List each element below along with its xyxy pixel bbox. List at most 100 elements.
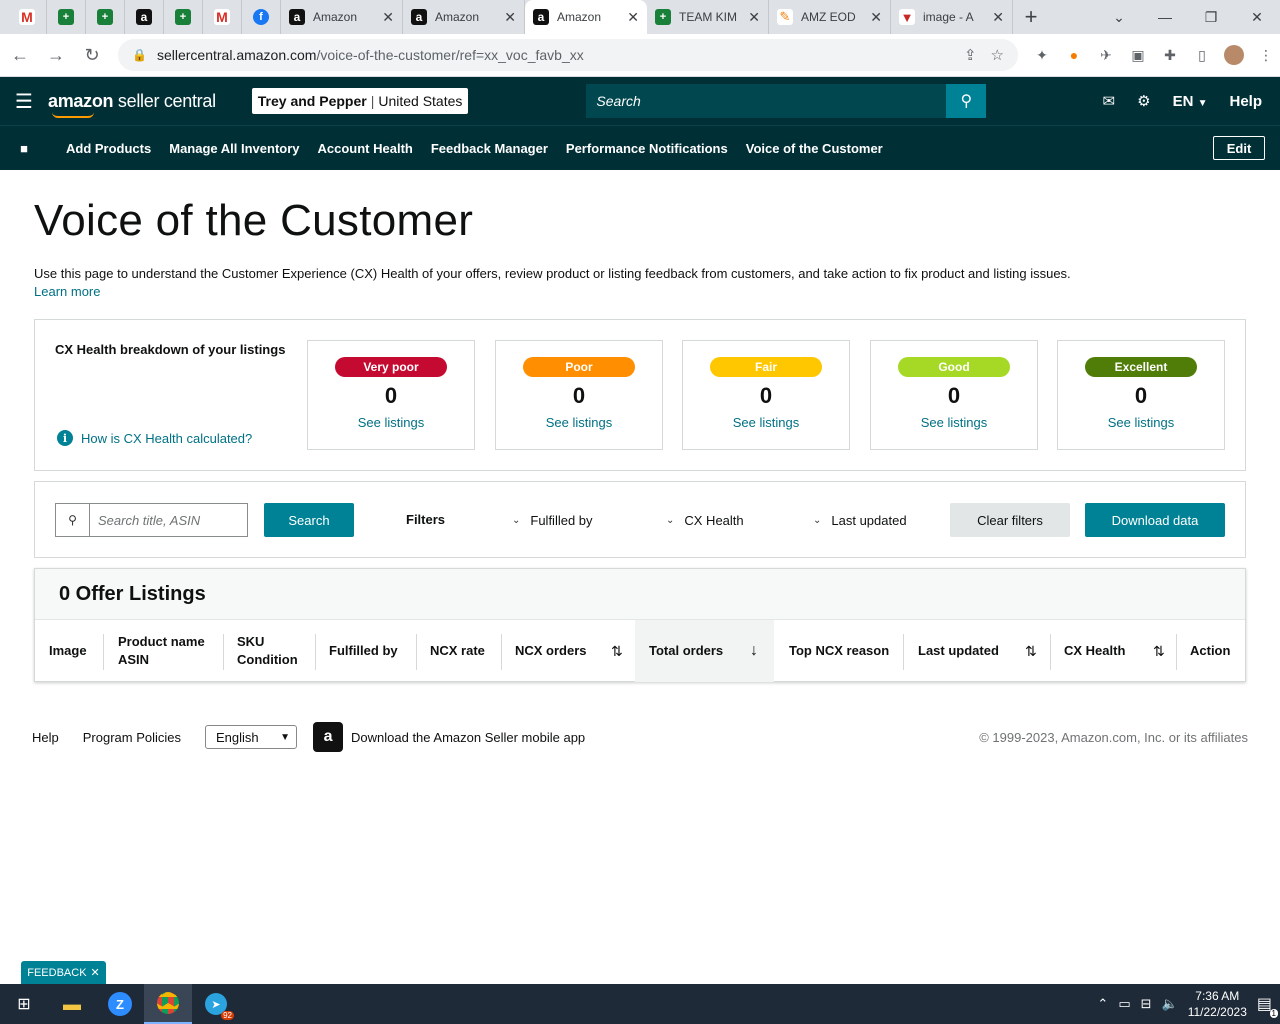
- share-icon[interactable]: ⇪: [964, 46, 977, 64]
- chevron-down-icon[interactable]: ⌄: [1096, 0, 1142, 34]
- taskbar-clock[interactable]: 7:36 AM 11/22/2023: [1188, 988, 1247, 1020]
- health-count: 0: [572, 383, 586, 408]
- battery-icon[interactable]: ▭: [1118, 996, 1130, 1012]
- sort-icon[interactable]: ⇅: [611, 642, 623, 660]
- listing-search-input[interactable]: Search title, ASIN: [90, 504, 247, 536]
- search-icon[interactable]: ⚲: [946, 84, 987, 118]
- zoom-icon[interactable]: Z: [96, 984, 144, 1024]
- gear-icon[interactable]: ⚙: [1137, 92, 1150, 110]
- extension-icon[interactable]: ✈: [1096, 45, 1116, 65]
- file-explorer-icon[interactable]: ▬: [48, 984, 96, 1024]
- chrome-icon[interactable]: [144, 984, 192, 1024]
- restore-icon[interactable]: ❐: [1188, 0, 1234, 34]
- address-bar[interactable]: 🔒 sellercentral.amazon.com/voice-of-the-…: [118, 39, 1018, 71]
- clear-filters-button[interactable]: Clear filters: [950, 503, 1070, 537]
- feedback-tab[interactable]: FEEDBACK ✕: [21, 961, 106, 984]
- column-total-orders[interactable]: Total orders ↓: [635, 620, 774, 682]
- extension-icon[interactable]: ✦: [1032, 45, 1052, 65]
- filters-panel: ⚲ Search title, ASIN Search Filters ⌄ Fu…: [34, 481, 1246, 558]
- learn-more-link[interactable]: Learn more: [34, 284, 100, 299]
- pinned-tab-sheets[interactable]: +: [47, 0, 86, 34]
- fulfilled-by-dropdown[interactable]: ⌄ Fulfilled by: [512, 513, 593, 528]
- close-icon[interactable]: ✕: [382, 9, 394, 26]
- browser-tab[interactable]: + TEAM KIM ✕: [647, 0, 769, 34]
- puzzle-icon[interactable]: ✚: [1160, 45, 1180, 65]
- network-icon[interactable]: ⊟: [1141, 996, 1152, 1012]
- see-listings-link[interactable]: See listings: [683, 415, 849, 430]
- footer-program-policies-link[interactable]: Program Policies: [83, 730, 181, 745]
- close-icon[interactable]: ✕: [627, 9, 639, 26]
- see-listings-link[interactable]: See listings: [496, 415, 662, 430]
- nav-link-account-health[interactable]: Account Health: [318, 141, 413, 156]
- volume-icon[interactable]: 🔈: [1162, 996, 1178, 1012]
- notification-icon[interactable]: ▤ 1: [1257, 994, 1278, 1018]
- cx-health-info-link[interactable]: i How is CX Health calculated?: [57, 430, 252, 446]
- see-listings-link[interactable]: See listings: [1058, 415, 1224, 430]
- seller-central-logo[interactable]: amazon seller central: [48, 91, 216, 118]
- mail-icon[interactable]: ✉: [1103, 92, 1116, 110]
- account-switcher[interactable]: Trey and Pepper | United States: [251, 88, 469, 114]
- search-button[interactable]: Search: [264, 503, 354, 537]
- telegram-icon[interactable]: ➤ 92: [192, 984, 240, 1024]
- bookmark-icon[interactable]: ■: [0, 141, 48, 156]
- sort-icon[interactable]: ⇅: [1153, 642, 1165, 660]
- extension-icon[interactable]: ▣: [1128, 45, 1148, 65]
- close-icon[interactable]: ✕: [870, 9, 882, 26]
- download-data-button[interactable]: Download data: [1085, 503, 1225, 537]
- pinned-tab-gmail[interactable]: M: [203, 0, 242, 34]
- header-search-input[interactable]: Search: [586, 84, 947, 118]
- pinned-tab-facebook[interactable]: f: [242, 0, 281, 34]
- edit-nav-button[interactable]: Edit: [1213, 136, 1265, 160]
- footer-language-select[interactable]: English ▼: [205, 725, 298, 749]
- sort-descending-icon[interactable]: ↓: [750, 642, 758, 660]
- browser-tab[interactable]: a Amazon ✕: [281, 0, 403, 34]
- browser-tab[interactable]: ▼ image - A ✕: [891, 0, 1013, 34]
- reload-button[interactable]: ↻: [76, 39, 108, 71]
- extension-icon[interactable]: ●: [1064, 45, 1084, 65]
- column-ncx-orders[interactable]: NCX orders ⇅: [501, 620, 635, 682]
- close-icon[interactable]: ✕: [504, 9, 516, 26]
- windows-start-icon[interactable]: ⊞: [0, 984, 48, 1024]
- close-window-icon[interactable]: ✕: [1234, 0, 1280, 34]
- see-listings-link[interactable]: See listings: [871, 415, 1037, 430]
- cx-health-dropdown[interactable]: ⌄ CX Health: [666, 513, 744, 528]
- chevron-up-icon[interactable]: ⌃: [1097, 996, 1108, 1012]
- pinned-tab-gmail[interactable]: M: [8, 0, 47, 34]
- hamburger-menu-icon[interactable]: ☰: [0, 77, 48, 125]
- close-icon[interactable]: ✕: [748, 9, 760, 26]
- nav-link-voice-of-customer[interactable]: Voice of the Customer: [746, 141, 883, 156]
- see-listings-link[interactable]: See listings: [308, 415, 474, 430]
- sort-icon[interactable]: ⇅: [1025, 642, 1037, 660]
- star-icon[interactable]: ☆: [991, 46, 1004, 64]
- help-link[interactable]: Help: [1229, 93, 1262, 110]
- forward-button[interactable]: →: [40, 39, 72, 71]
- footer-help-link[interactable]: Help: [32, 730, 59, 745]
- browser-tab[interactable]: ✎ AMZ EOD ✕: [769, 0, 891, 34]
- column-cx-health[interactable]: CX Health ⇅: [1050, 620, 1176, 682]
- browser-tab[interactable]: a Amazon ✕: [403, 0, 525, 34]
- last-updated-dropdown[interactable]: ⌄ Last updated: [813, 513, 907, 528]
- nav-link-add-products[interactable]: Add Products: [66, 141, 151, 156]
- language-selector[interactable]: EN ▼: [1173, 93, 1208, 110]
- column-last-updated[interactable]: Last updated ⇅: [903, 620, 1050, 682]
- health-count: 0: [384, 383, 398, 408]
- nav-link-manage-inventory[interactable]: Manage All Inventory: [169, 141, 299, 156]
- browser-tab-active[interactable]: a Amazon ✕: [525, 0, 647, 34]
- download-app-link[interactable]: Download the Amazon Seller mobile app: [351, 730, 585, 745]
- column-fulfilled-by: Fulfilled by: [315, 620, 416, 682]
- back-button[interactable]: ←: [4, 39, 36, 71]
- side-panel-icon[interactable]: ▯: [1192, 45, 1212, 65]
- close-icon[interactable]: ✕: [992, 9, 1004, 26]
- amazon-app-icon[interactable]: a: [313, 722, 344, 752]
- new-tab-button[interactable]: +: [1013, 0, 1049, 34]
- close-icon[interactable]: ✕: [91, 966, 100, 979]
- nav-link-performance-notifications[interactable]: Performance Notifications: [566, 141, 728, 156]
- minimize-icon[interactable]: —: [1142, 0, 1188, 34]
- pinned-tab-sheets[interactable]: +: [164, 0, 203, 34]
- cx-health-title: CX Health breakdown of your listings: [55, 342, 286, 357]
- kebab-menu-icon[interactable]: ⋮: [1256, 45, 1276, 65]
- profile-avatar[interactable]: [1224, 45, 1244, 65]
- pinned-tab-sheets[interactable]: +: [86, 0, 125, 34]
- nav-link-feedback-manager[interactable]: Feedback Manager: [431, 141, 548, 156]
- pinned-tab-amazon[interactable]: a: [125, 0, 164, 34]
